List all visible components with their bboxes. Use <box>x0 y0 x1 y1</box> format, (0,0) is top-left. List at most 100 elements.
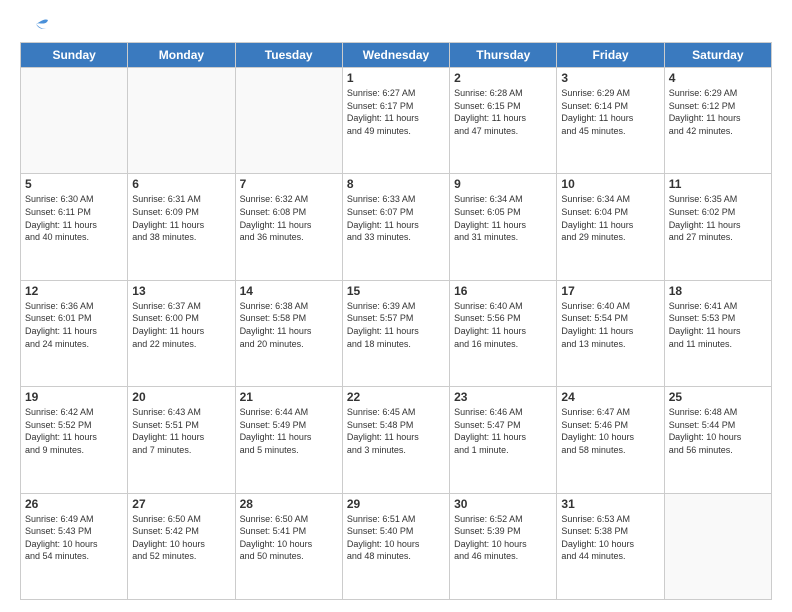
calendar-cell: 12 Sunrise: 6:36 AM Sunset: 6:01 PM Dayli… <box>21 280 128 386</box>
day-number: 16 <box>454 284 552 298</box>
calendar-cell: 13Sunrise: 6:37 AM Sunset: 6:00 PM Dayli… <box>128 280 235 386</box>
calendar-cell: 3 Sunrise: 6:29 AM Sunset: 6:14 PM Daylig… <box>557 68 664 174</box>
day-info: Sunrise: 6:33 AM Sunset: 6:07 PM Dayligh… <box>347 193 445 243</box>
calendar-cell: 16 Sunrise: 6:40 AM Sunset: 5:56 PM Dayli… <box>450 280 557 386</box>
calendar-week-row: 12 Sunrise: 6:36 AM Sunset: 6:01 PM Dayli… <box>21 280 772 386</box>
day-info: Sunrise: 6:29 AM Sunset: 6:12 PM Dayligh… <box>669 87 767 137</box>
day-number: 4 <box>669 71 767 85</box>
day-info: Sunrise: 6:50 AM Sunset: 5:41 PM Dayligh… <box>240 513 338 563</box>
day-info: Sunrise: 6:46 AM Sunset: 5:47 PM Dayligh… <box>454 406 552 456</box>
day-number: 24 <box>561 390 659 404</box>
day-number: 17 <box>561 284 659 298</box>
day-number: 6 <box>132 177 230 191</box>
day-number: 25 <box>669 390 767 404</box>
day-info: Sunrise: 6:27 AM Sunset: 6:17 PM Dayligh… <box>347 87 445 137</box>
day-number: 11 <box>669 177 767 191</box>
day-info: Sunrise: 6:50 AM Sunset: 5:42 PM Dayligh… <box>132 513 230 563</box>
day-number: 30 <box>454 497 552 511</box>
day-number: 12 <box>25 284 123 298</box>
day-info: Sunrise: 6:29 AM Sunset: 6:14 PM Dayligh… <box>561 87 659 137</box>
col-header-monday: Monday <box>128 43 235 68</box>
logo <box>20 16 52 34</box>
calendar-cell: 21Sunrise: 6:44 AM Sunset: 5:49 PM Dayli… <box>235 387 342 493</box>
calendar-cell: 14 Sunrise: 6:38 AM Sunset: 5:58 PM Dayli… <box>235 280 342 386</box>
day-number: 27 <box>132 497 230 511</box>
day-number: 19 <box>25 390 123 404</box>
day-info: Sunrise: 6:39 AM Sunset: 5:57 PM Dayligh… <box>347 300 445 350</box>
calendar-cell: 2 Sunrise: 6:28 AM Sunset: 6:15 PM Daylig… <box>450 68 557 174</box>
calendar-cell: 18 Sunrise: 6:41 AM Sunset: 5:53 PM Dayli… <box>664 280 771 386</box>
calendar-cell: 26 Sunrise: 6:49 AM Sunset: 5:43 PM Dayli… <box>21 493 128 599</box>
day-number: 3 <box>561 71 659 85</box>
day-info: Sunrise: 6:30 AM Sunset: 6:11 PM Dayligh… <box>25 193 123 243</box>
col-header-thursday: Thursday <box>450 43 557 68</box>
calendar-cell: 4 Sunrise: 6:29 AM Sunset: 6:12 PM Daylig… <box>664 68 771 174</box>
day-number: 15 <box>347 284 445 298</box>
calendar-cell: 30 Sunrise: 6:52 AM Sunset: 5:39 PM Dayli… <box>450 493 557 599</box>
day-number: 22 <box>347 390 445 404</box>
day-info: Sunrise: 6:43 AM Sunset: 5:51 PM Dayligh… <box>132 406 230 456</box>
col-header-friday: Friday <box>557 43 664 68</box>
calendar-table: SundayMondayTuesdayWednesdayThursdayFrid… <box>20 42 772 600</box>
calendar-cell: 25 Sunrise: 6:48 AM Sunset: 5:44 PM Dayli… <box>664 387 771 493</box>
day-number: 1 <box>347 71 445 85</box>
day-info: Sunrise: 6:35 AM Sunset: 6:02 PM Dayligh… <box>669 193 767 243</box>
day-info: Sunrise: 6:34 AM Sunset: 6:05 PM Dayligh… <box>454 193 552 243</box>
calendar-cell: 15 Sunrise: 6:39 AM Sunset: 5:57 PM Dayli… <box>342 280 449 386</box>
day-info: Sunrise: 6:31 AM Sunset: 6:09 PM Dayligh… <box>132 193 230 243</box>
day-info: Sunrise: 6:40 AM Sunset: 5:56 PM Dayligh… <box>454 300 552 350</box>
day-number: 14 <box>240 284 338 298</box>
day-number: 20 <box>132 390 230 404</box>
day-info: Sunrise: 6:32 AM Sunset: 6:08 PM Dayligh… <box>240 193 338 243</box>
col-header-wednesday: Wednesday <box>342 43 449 68</box>
day-info: Sunrise: 6:47 AM Sunset: 5:46 PM Dayligh… <box>561 406 659 456</box>
calendar-week-row: 19 Sunrise: 6:42 AM Sunset: 5:52 PM Dayli… <box>21 387 772 493</box>
calendar-cell <box>21 68 128 174</box>
day-info: Sunrise: 6:48 AM Sunset: 5:44 PM Dayligh… <box>669 406 767 456</box>
day-info: Sunrise: 6:51 AM Sunset: 5:40 PM Dayligh… <box>347 513 445 563</box>
calendar-cell: 9 Sunrise: 6:34 AM Sunset: 6:05 PM Daylig… <box>450 174 557 280</box>
calendar-cell: 23 Sunrise: 6:46 AM Sunset: 5:47 PM Dayli… <box>450 387 557 493</box>
calendar-cell: 22 Sunrise: 6:45 AM Sunset: 5:48 PM Dayli… <box>342 387 449 493</box>
calendar-week-row: 5 Sunrise: 6:30 AM Sunset: 6:11 PM Daylig… <box>21 174 772 280</box>
calendar-cell: 29Sunrise: 6:51 AM Sunset: 5:40 PM Dayli… <box>342 493 449 599</box>
day-info: Sunrise: 6:49 AM Sunset: 5:43 PM Dayligh… <box>25 513 123 563</box>
calendar-cell: 19 Sunrise: 6:42 AM Sunset: 5:52 PM Dayli… <box>21 387 128 493</box>
calendar-cell <box>235 68 342 174</box>
day-number: 7 <box>240 177 338 191</box>
day-info: Sunrise: 6:53 AM Sunset: 5:38 PM Dayligh… <box>561 513 659 563</box>
calendar-week-row: 1 Sunrise: 6:27 AM Sunset: 6:17 PM Daylig… <box>21 68 772 174</box>
day-info: Sunrise: 6:42 AM Sunset: 5:52 PM Dayligh… <box>25 406 123 456</box>
day-info: Sunrise: 6:52 AM Sunset: 5:39 PM Dayligh… <box>454 513 552 563</box>
calendar-cell: 24 Sunrise: 6:47 AM Sunset: 5:46 PM Dayli… <box>557 387 664 493</box>
day-number: 23 <box>454 390 552 404</box>
day-number: 26 <box>25 497 123 511</box>
day-info: Sunrise: 6:37 AM Sunset: 6:00 PM Dayligh… <box>132 300 230 350</box>
page: SundayMondayTuesdayWednesdayThursdayFrid… <box>0 0 792 612</box>
calendar-cell: 8Sunrise: 6:33 AM Sunset: 6:07 PM Daylig… <box>342 174 449 280</box>
day-number: 9 <box>454 177 552 191</box>
day-number: 28 <box>240 497 338 511</box>
day-info: Sunrise: 6:36 AM Sunset: 6:01 PM Dayligh… <box>25 300 123 350</box>
col-header-tuesday: Tuesday <box>235 43 342 68</box>
calendar-cell: 1 Sunrise: 6:27 AM Sunset: 6:17 PM Daylig… <box>342 68 449 174</box>
calendar-cell: 28 Sunrise: 6:50 AM Sunset: 5:41 PM Dayli… <box>235 493 342 599</box>
calendar-cell: 27 Sunrise: 6:50 AM Sunset: 5:42 PM Dayli… <box>128 493 235 599</box>
col-header-sunday: Sunday <box>21 43 128 68</box>
calendar-header-row: SundayMondayTuesdayWednesdayThursdayFrid… <box>21 43 772 68</box>
calendar-cell <box>128 68 235 174</box>
calendar-cell <box>664 493 771 599</box>
calendar-cell: 7 Sunrise: 6:32 AM Sunset: 6:08 PM Daylig… <box>235 174 342 280</box>
day-number: 18 <box>669 284 767 298</box>
day-number: 2 <box>454 71 552 85</box>
day-number: 5 <box>25 177 123 191</box>
calendar-cell: 5 Sunrise: 6:30 AM Sunset: 6:11 PM Daylig… <box>21 174 128 280</box>
day-info: Sunrise: 6:45 AM Sunset: 5:48 PM Dayligh… <box>347 406 445 456</box>
calendar-cell: 20 Sunrise: 6:43 AM Sunset: 5:51 PM Dayli… <box>128 387 235 493</box>
day-info: Sunrise: 6:40 AM Sunset: 5:54 PM Dayligh… <box>561 300 659 350</box>
day-info: Sunrise: 6:28 AM Sunset: 6:15 PM Dayligh… <box>454 87 552 137</box>
col-header-saturday: Saturday <box>664 43 771 68</box>
day-info: Sunrise: 6:38 AM Sunset: 5:58 PM Dayligh… <box>240 300 338 350</box>
day-info: Sunrise: 6:44 AM Sunset: 5:49 PM Dayligh… <box>240 406 338 456</box>
day-info: Sunrise: 6:41 AM Sunset: 5:53 PM Dayligh… <box>669 300 767 350</box>
